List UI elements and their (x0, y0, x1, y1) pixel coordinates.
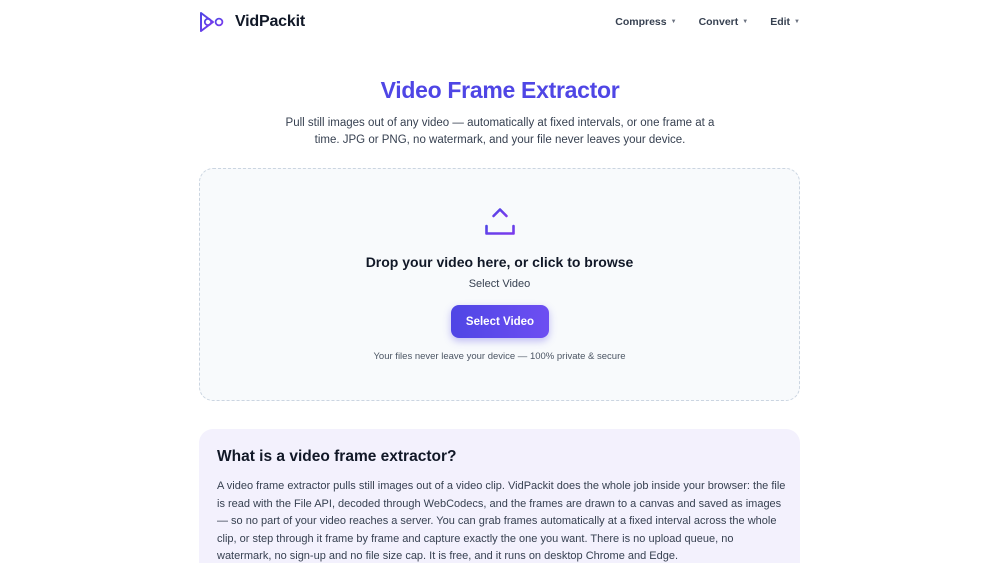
info-heading: What is a video frame extractor? (217, 448, 457, 465)
privacy-note: Your files never leave your device — 100… (373, 351, 626, 362)
dropzone-subtitle: Select Video (468, 278, 531, 290)
dropzone-title: Drop your video here, or click to browse (365, 254, 634, 270)
nav-item-convert[interactable]: Convert ▼ (699, 16, 749, 28)
brand-link[interactable]: VidPackit (199, 10, 305, 34)
chevron-down-icon: ▼ (742, 19, 749, 25)
select-video-button[interactable]: Select Video (451, 305, 549, 338)
site-header: VidPackit Compress ▼ Convert ▼ Edit ▼ (199, 8, 800, 36)
nav-item-edit[interactable]: Edit ▼ (770, 16, 800, 28)
chevron-down-icon: ▼ (670, 19, 677, 25)
info-paragraph: A video frame extractor pulls still imag… (217, 480, 786, 563)
page: VidPackit Compress ▼ Convert ▼ Edit ▼ Vi… (0, 0, 1000, 563)
page-title: Video Frame Extractor (380, 77, 620, 103)
page-subtitle: Pull still images out of any video — aut… (285, 117, 715, 146)
nav-item-label: Compress (615, 16, 667, 28)
nav-item-label: Convert (698, 16, 739, 28)
chevron-down-icon: ▼ (794, 19, 800, 25)
brand-name: VidPackit (235, 13, 305, 30)
nav-item-label: Edit (770, 16, 791, 28)
nav-item-compress[interactable]: Compress ▼ (615, 16, 676, 28)
info-section: What is a video frame extractor? A video… (199, 429, 800, 563)
vidpackit-logo-icon (199, 10, 227, 34)
main-nav: Compress ▼ Convert ▼ Edit ▼ (615, 16, 800, 28)
upload-dropzone[interactable]: Drop your video here, or click to browse… (199, 168, 800, 401)
upload-icon (483, 205, 517, 239)
